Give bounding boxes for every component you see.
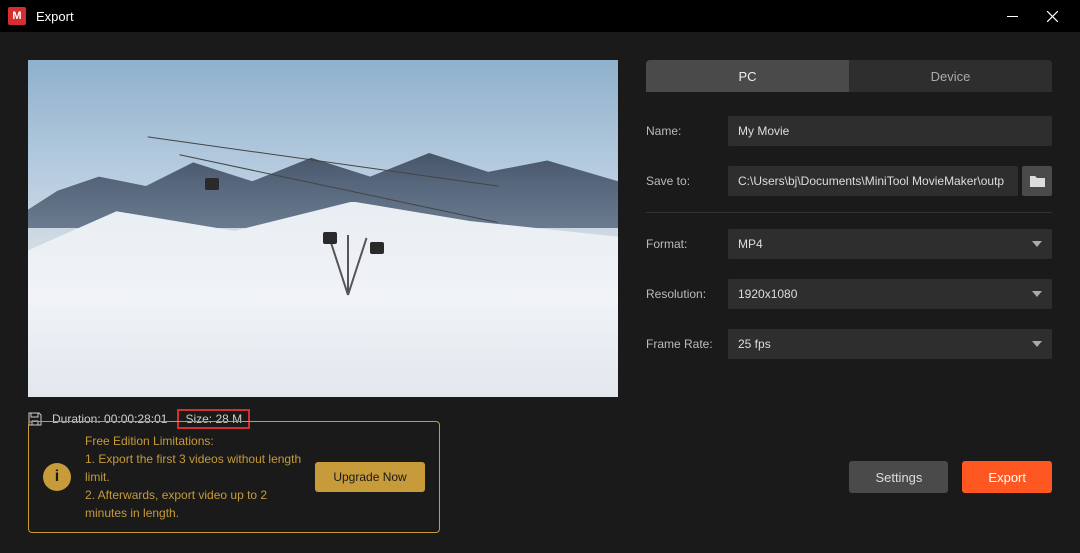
minimize-icon — [1007, 16, 1018, 17]
close-icon — [1047, 11, 1058, 22]
app-logo-icon: M — [8, 7, 26, 25]
name-label: Name: — [646, 124, 728, 138]
upgrade-now-button[interactable]: Upgrade Now — [315, 462, 424, 492]
titlebar: M Export — [0, 0, 1080, 32]
browse-folder-button[interactable] — [1022, 166, 1052, 196]
save-to-label: Save to: — [646, 174, 728, 188]
export-target-tabs: PC Device — [646, 60, 1052, 92]
framerate-label: Frame Rate: — [646, 337, 728, 351]
name-input[interactable] — [728, 116, 1052, 146]
format-label: Format: — [646, 237, 728, 251]
minimize-button[interactable] — [992, 0, 1032, 32]
window-title: Export — [36, 9, 992, 24]
close-button[interactable] — [1032, 0, 1072, 32]
resolution-select[interactable]: 1920x1080 — [728, 279, 1052, 309]
settings-button[interactable]: Settings — [849, 461, 948, 493]
divider — [646, 212, 1052, 213]
video-preview — [28, 60, 618, 397]
format-select[interactable]: MP4 — [728, 229, 1052, 259]
folder-icon — [1030, 175, 1045, 187]
info-icon: i — [43, 463, 71, 491]
save-to-input[interactable] — [728, 166, 1018, 196]
free-edition-notice: i Free Edition Limitations: 1. Export th… — [28, 421, 440, 533]
tab-device[interactable]: Device — [849, 60, 1052, 92]
export-button[interactable]: Export — [962, 461, 1052, 493]
framerate-select[interactable]: 25 fps — [728, 329, 1052, 359]
limitation-text: Free Edition Limitations: 1. Export the … — [85, 432, 301, 522]
resolution-label: Resolution: — [646, 287, 728, 301]
tab-pc[interactable]: PC — [646, 60, 849, 92]
